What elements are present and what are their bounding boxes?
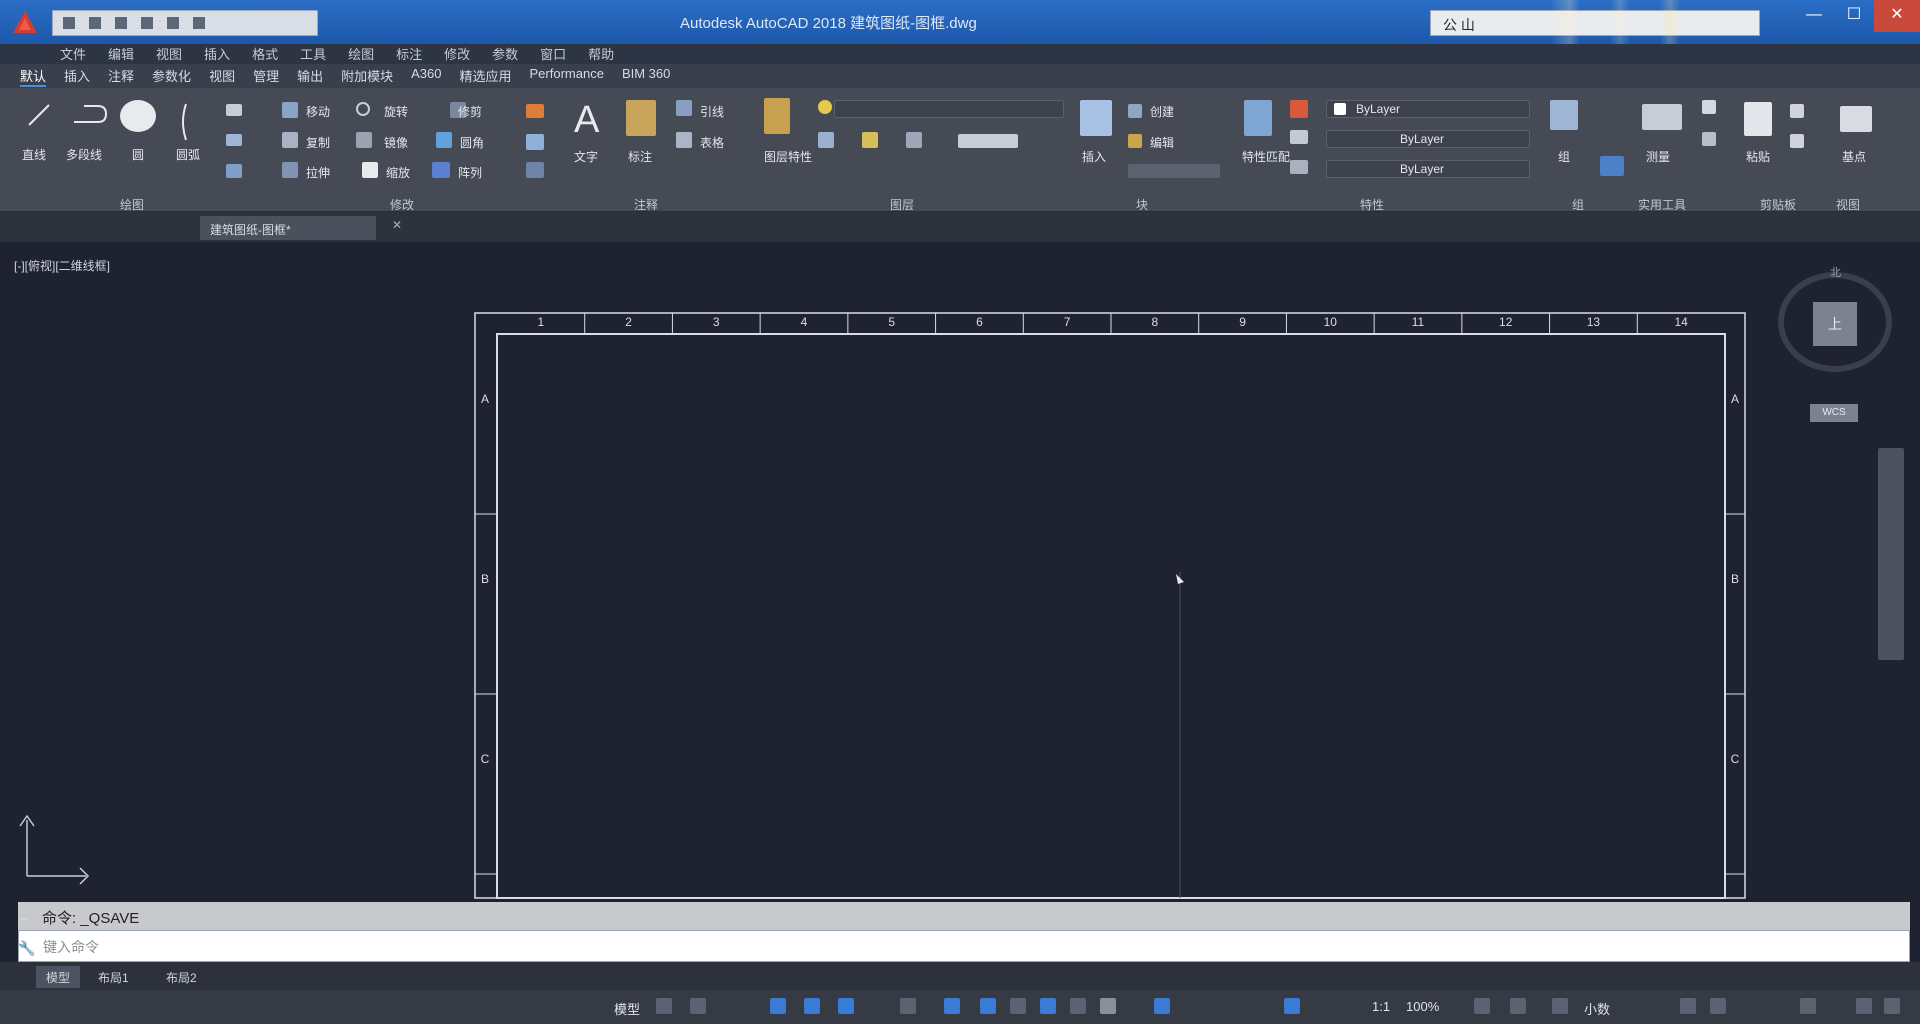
- autocad-window: Autodesk AutoCAD 2018 建筑图纸-图框.dwg 公 山 — …: [0, 0, 1920, 1024]
- command-collapse-icon[interactable]: ⌄: [18, 908, 30, 925]
- customization-icon[interactable]: [1884, 998, 1900, 1014]
- column-zone-label: 4: [800, 315, 808, 329]
- row-zone-label: C: [1730, 752, 1740, 766]
- units-value[interactable]: 小数: [1584, 999, 1610, 1018]
- annotation-scale-value[interactable]: 1:1: [1372, 999, 1390, 1014]
- viewcube-north[interactable]: 北: [1830, 264, 1841, 280]
- column-zone-label: 11: [1411, 315, 1425, 329]
- annotation-visibility-icon[interactable]: [1154, 998, 1170, 1014]
- ortho-icon[interactable]: [770, 998, 786, 1014]
- column-zone-label: 10: [1323, 315, 1337, 329]
- command-input[interactable]: 键入命令: [18, 930, 1910, 962]
- column-zone-label: 1: [537, 315, 545, 329]
- zoom-value[interactable]: 100%: [1406, 999, 1439, 1014]
- status-bar: [0, 990, 1920, 1024]
- wcs-menu-button[interactable]: WCS: [1810, 404, 1858, 422]
- status-model-space[interactable]: 模型: [614, 999, 640, 1018]
- row-zone-label: B: [480, 572, 489, 586]
- column-zone-label: 8: [1151, 315, 1159, 329]
- command-history: 命令: _QSAVE: [18, 902, 1910, 930]
- annotation-scale-icon[interactable]: [1284, 998, 1300, 1014]
- clean-screen-icon[interactable]: [1856, 998, 1872, 1014]
- workspace-icon[interactable]: [1474, 998, 1490, 1014]
- command-customize-icon[interactable]: 🔧: [18, 940, 35, 957]
- hardware-accel-icon[interactable]: [1800, 998, 1816, 1014]
- annotation-add-icon[interactable]: [1510, 998, 1526, 1014]
- quick-properties-icon[interactable]: [1552, 998, 1568, 1014]
- annotation-monitor-icon[interactable]: [1070, 998, 1086, 1014]
- snap-icon[interactable]: [690, 998, 706, 1014]
- viewcube-face-label: 上: [1828, 316, 1842, 332]
- column-zone-label: 12: [1499, 315, 1513, 329]
- layout-tab-layout1[interactable]: 布局1: [88, 966, 139, 988]
- crosshair-cursor: [1176, 572, 1184, 898]
- viewcube-top-face[interactable]: 上: [1813, 302, 1857, 346]
- column-zone-label: 14: [1674, 315, 1688, 329]
- layout-tab-bar: [0, 962, 1920, 990]
- layout-tab-model[interactable]: 模型: [36, 966, 81, 988]
- column-zone-label: 6: [976, 315, 983, 329]
- column-zone-label: 9: [1239, 315, 1246, 329]
- grid-icon[interactable]: [656, 998, 672, 1014]
- column-zone-label: 2: [625, 315, 632, 329]
- wcs-label: WCS: [1822, 407, 1846, 418]
- column-zone-label: 13: [1586, 315, 1601, 329]
- outer-border: [474, 312, 1746, 899]
- selection-cycling-icon[interactable]: [1040, 998, 1056, 1014]
- units-toggle-icon[interactable]: [1100, 998, 1116, 1014]
- polar-icon[interactable]: [804, 998, 820, 1014]
- row-zone-ticks: [475, 513, 1745, 875]
- isodraft-icon[interactable]: [838, 998, 854, 1014]
- row-zone-label: A: [480, 392, 489, 406]
- osnap-tracking-icon[interactable]: [900, 998, 916, 1014]
- column-zone-label: 3: [712, 315, 720, 329]
- lineweight-toggle-icon[interactable]: [980, 998, 996, 1014]
- ucs-icon: [19, 814, 90, 885]
- inner-border: [496, 333, 1726, 899]
- column-zone-label: 5: [888, 315, 896, 329]
- vertical-scrollbar[interactable]: [1878, 448, 1904, 660]
- column-zone-label: 7: [1063, 315, 1071, 329]
- drawing-frame: [19, 312, 1746, 899]
- row-zone-label: A: [1730, 392, 1739, 406]
- transparency-icon[interactable]: [1010, 998, 1026, 1014]
- isolate-objects-icon[interactable]: [1710, 998, 1726, 1014]
- layout-tab-layout2[interactable]: 布局2: [156, 966, 207, 988]
- osnap-icon[interactable]: [944, 998, 960, 1014]
- row-zone-label: B: [1730, 572, 1739, 586]
- lock-ui-icon[interactable]: [1680, 998, 1696, 1014]
- row-zone-label: C: [480, 752, 490, 766]
